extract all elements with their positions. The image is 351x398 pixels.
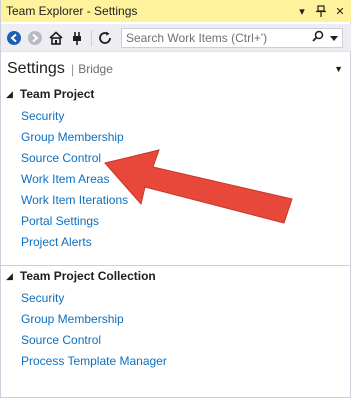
refresh-icon[interactable] [96,29,114,47]
section-team-project: ◢ Team Project Security Group Membership… [1,84,351,253]
title-bar: Team Explorer - Settings ▾ ✕ [1,0,351,22]
header-separator: | [70,61,75,77]
window-dropdown-icon[interactable]: ▾ [294,3,310,19]
section-title: Team Project Collection [19,269,156,283]
team-project-links: Security Group Membership Source Control… [1,106,351,253]
home-icon[interactable] [47,29,65,47]
section-header-team-project[interactable]: ◢ Team Project [1,84,351,104]
link-source-control[interactable]: Source Control [21,148,351,169]
section-team-project-collection: ◢ Team Project Collection Security Group… [1,266,351,372]
forward-icon[interactable] [26,29,44,47]
link-work-item-iterations[interactable]: Work Item Iterations [21,190,351,211]
link-source-control[interactable]: Source Control [21,330,351,351]
search-placeholder: Search Work Items (Ctrl+') [126,30,268,45]
link-portal-settings[interactable]: Portal Settings [21,211,351,232]
search-icon[interactable] [312,30,324,45]
link-security[interactable]: Security [21,106,351,127]
link-security[interactable]: Security [21,288,351,309]
toolbar: Search Work Items (Ctrl+') [1,24,351,52]
link-work-item-areas[interactable]: Work Item Areas [21,169,351,190]
section-title: Team Project [19,87,95,101]
search-dropdown-icon[interactable] [330,31,338,45]
section-header-team-project-collection[interactable]: ◢ Team Project Collection [1,266,351,286]
link-group-membership[interactable]: Group Membership [21,309,351,330]
link-project-alerts[interactable]: Project Alerts [21,232,351,253]
link-group-membership[interactable]: Group Membership [21,127,351,148]
window-title: Team Explorer - Settings [6,4,138,18]
close-icon[interactable]: ✕ [332,3,348,19]
page-title: Settings [7,60,65,77]
team-explorer-window: Team Explorer - Settings ▾ ✕ Search Work… [0,0,351,398]
back-icon[interactable] [5,29,23,47]
link-process-template-manager[interactable]: Process Template Manager [21,351,351,372]
connect-icon[interactable] [68,29,86,47]
project-name: Bridge [78,62,113,76]
team-project-collection-links: Security Group Membership Source Control… [1,288,351,372]
chevron-down-icon[interactable]: ▼ [334,64,343,74]
pin-icon[interactable] [313,3,329,19]
collapse-triangle-icon[interactable]: ◢ [6,271,13,282]
collapse-triangle-icon[interactable]: ◢ [6,89,13,100]
search-input[interactable]: Search Work Items (Ctrl+') [121,27,343,48]
page-header: Settings | Bridge ▼ [1,56,351,82]
toolbar-separator [91,29,92,46]
